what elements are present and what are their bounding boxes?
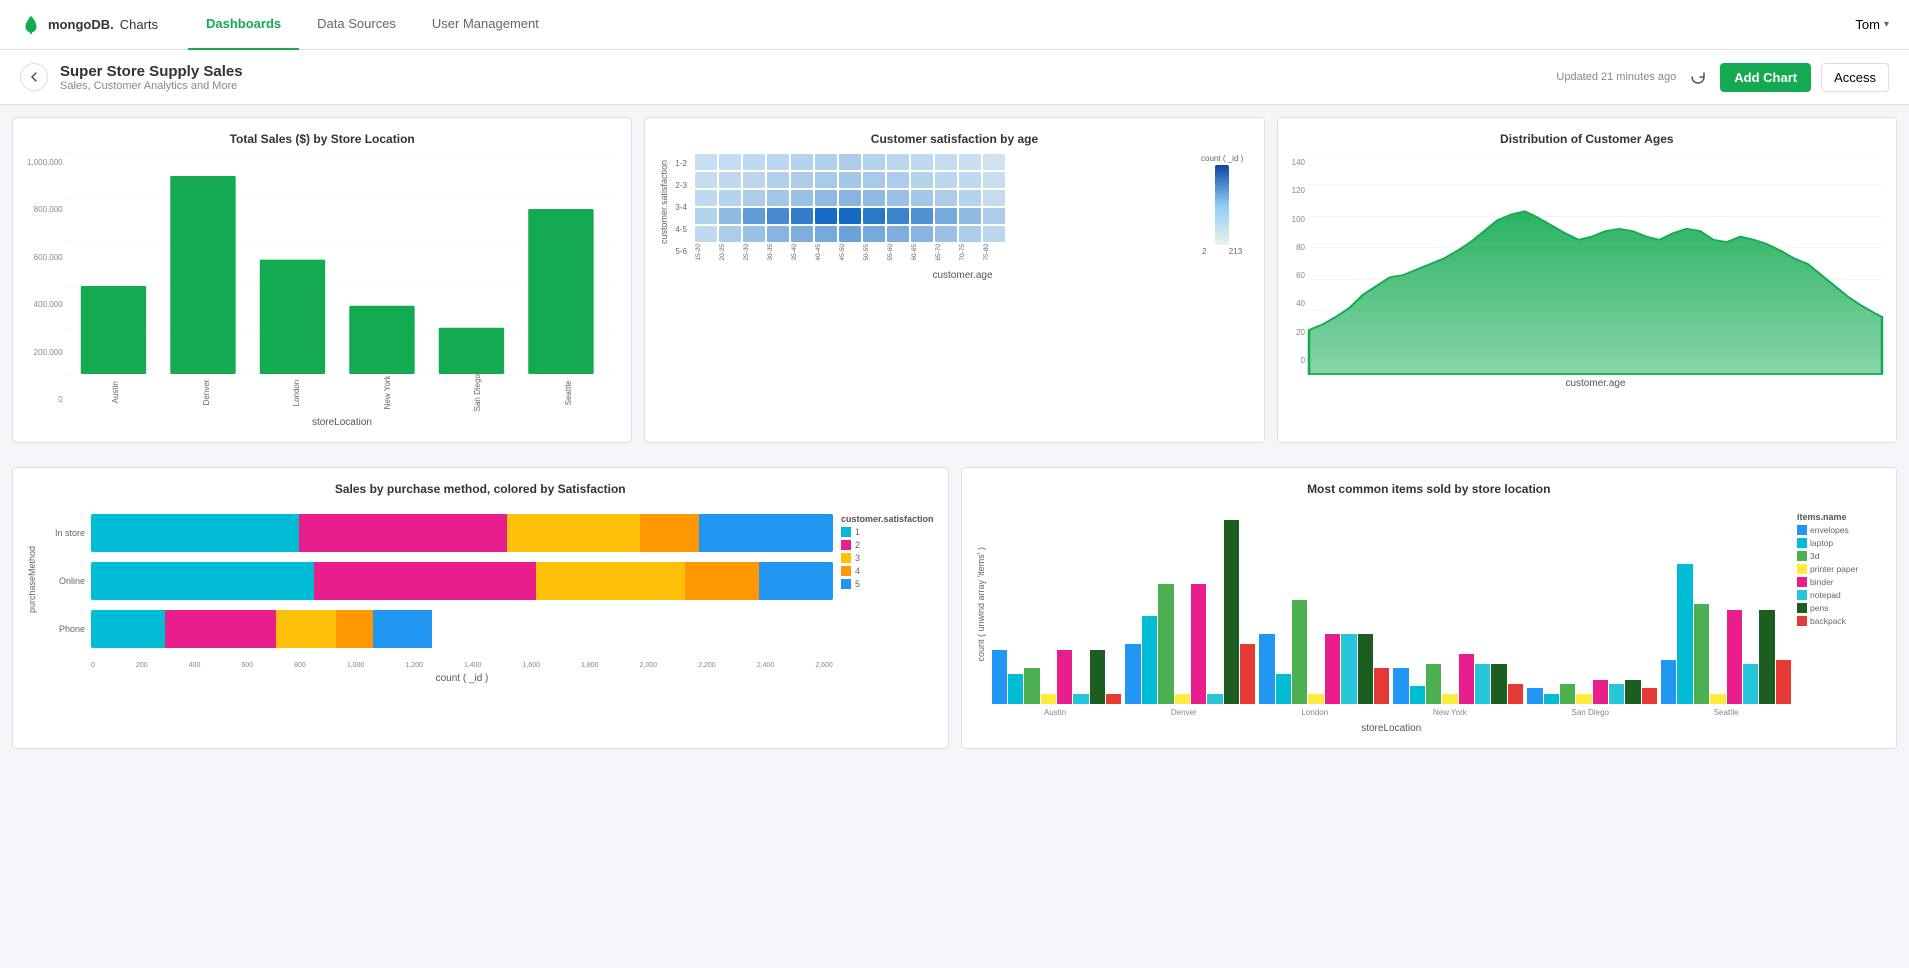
nav-user-management[interactable]: User Management bbox=[414, 0, 557, 50]
heatmap-x-label: customer.age bbox=[675, 270, 1249, 281]
top-header: mongoDB. Charts Dashboards Data Sources … bbox=[0, 0, 1909, 50]
chart-items-by-location: Most common items sold by store location… bbox=[961, 467, 1898, 749]
brand-text: mongoDB. bbox=[48, 17, 114, 32]
user-name: Tom bbox=[1855, 17, 1880, 32]
chart-title-total-sales: Total Sales ($) by Store Location bbox=[27, 132, 617, 146]
chart-title-purchase: Sales by purchase method, colored by Sat… bbox=[27, 482, 934, 496]
refresh-icon bbox=[1690, 69, 1706, 85]
heatmap-y-label: customer.satisfaction bbox=[659, 160, 669, 244]
logo: mongoDB. Charts bbox=[20, 14, 158, 36]
main-nav: Dashboards Data Sources User Management bbox=[188, 0, 1855, 50]
dashboard-title: Super Store Supply Sales bbox=[60, 63, 1556, 80]
charts-grid-top: Total Sales ($) by Store Location 1,000,… bbox=[0, 105, 1909, 467]
access-button[interactable]: Access bbox=[1821, 63, 1889, 92]
logo-charts-text: Charts bbox=[120, 17, 158, 32]
stacked-y-label: purchaseMethod bbox=[27, 546, 37, 613]
stacked-legend-title: customer.satisfaction bbox=[841, 514, 934, 524]
nav-dashboards[interactable]: Dashboards bbox=[188, 0, 299, 50]
area-chart-svg bbox=[1309, 154, 1882, 374]
chart-purchase-method: Sales by purchase method, colored by Sat… bbox=[12, 467, 949, 749]
area-x-label: customer.age bbox=[1309, 378, 1882, 389]
chart-total-sales: Total Sales ($) by Store Location 1,000,… bbox=[12, 117, 632, 443]
dashboard-actions: Updated 21 minutes ago Add Chart Access bbox=[1556, 63, 1889, 92]
grouped-legend-title: items.name bbox=[1797, 512, 1882, 522]
chevron-down-icon: ▾ bbox=[1884, 19, 1889, 30]
charts-grid-bottom: Sales by purchase method, colored by Sat… bbox=[0, 467, 1909, 761]
dashboard-title-group: Super Store Supply Sales Sales, Customer… bbox=[60, 63, 1556, 92]
nav-data-sources[interactable]: Data Sources bbox=[299, 0, 414, 50]
refresh-button[interactable] bbox=[1686, 65, 1710, 89]
chart-title-heatmap: Customer satisfaction by age bbox=[659, 132, 1249, 146]
chevron-left-icon bbox=[28, 71, 40, 83]
chart-satisfaction-heatmap: Customer satisfaction by age customer.sa… bbox=[644, 117, 1264, 443]
back-button[interactable] bbox=[20, 63, 48, 91]
grouped-x-label: storeLocation bbox=[992, 723, 1792, 734]
chart-age-distribution: Distribution of Customer Ages 140 120 10… bbox=[1277, 117, 1897, 443]
mongodb-logo-icon bbox=[20, 14, 42, 36]
bar1-x-label: storeLocation bbox=[67, 417, 618, 428]
dashboard-subtitle: Sales, Customer Analytics and More bbox=[60, 80, 1556, 92]
add-chart-button[interactable]: Add Chart bbox=[1720, 63, 1811, 92]
chart-title-age-dist: Distribution of Customer Ages bbox=[1292, 132, 1882, 146]
bar-chart-svg bbox=[67, 154, 618, 374]
stacked-x-label: count ( _id ) bbox=[91, 673, 833, 684]
header-right: Tom ▾ bbox=[1855, 17, 1889, 32]
dashboard-header: Super Store Supply Sales Sales, Customer… bbox=[0, 50, 1909, 105]
updated-text: Updated 21 minutes ago bbox=[1556, 71, 1676, 83]
heatmap-legend-label: count ( _id ) bbox=[1201, 154, 1243, 163]
grouped-y-label: count ( unwind array 'items' ) bbox=[976, 547, 986, 661]
chart-title-items: Most common items sold by store location bbox=[976, 482, 1883, 496]
user-menu[interactable]: Tom ▾ bbox=[1855, 17, 1889, 32]
